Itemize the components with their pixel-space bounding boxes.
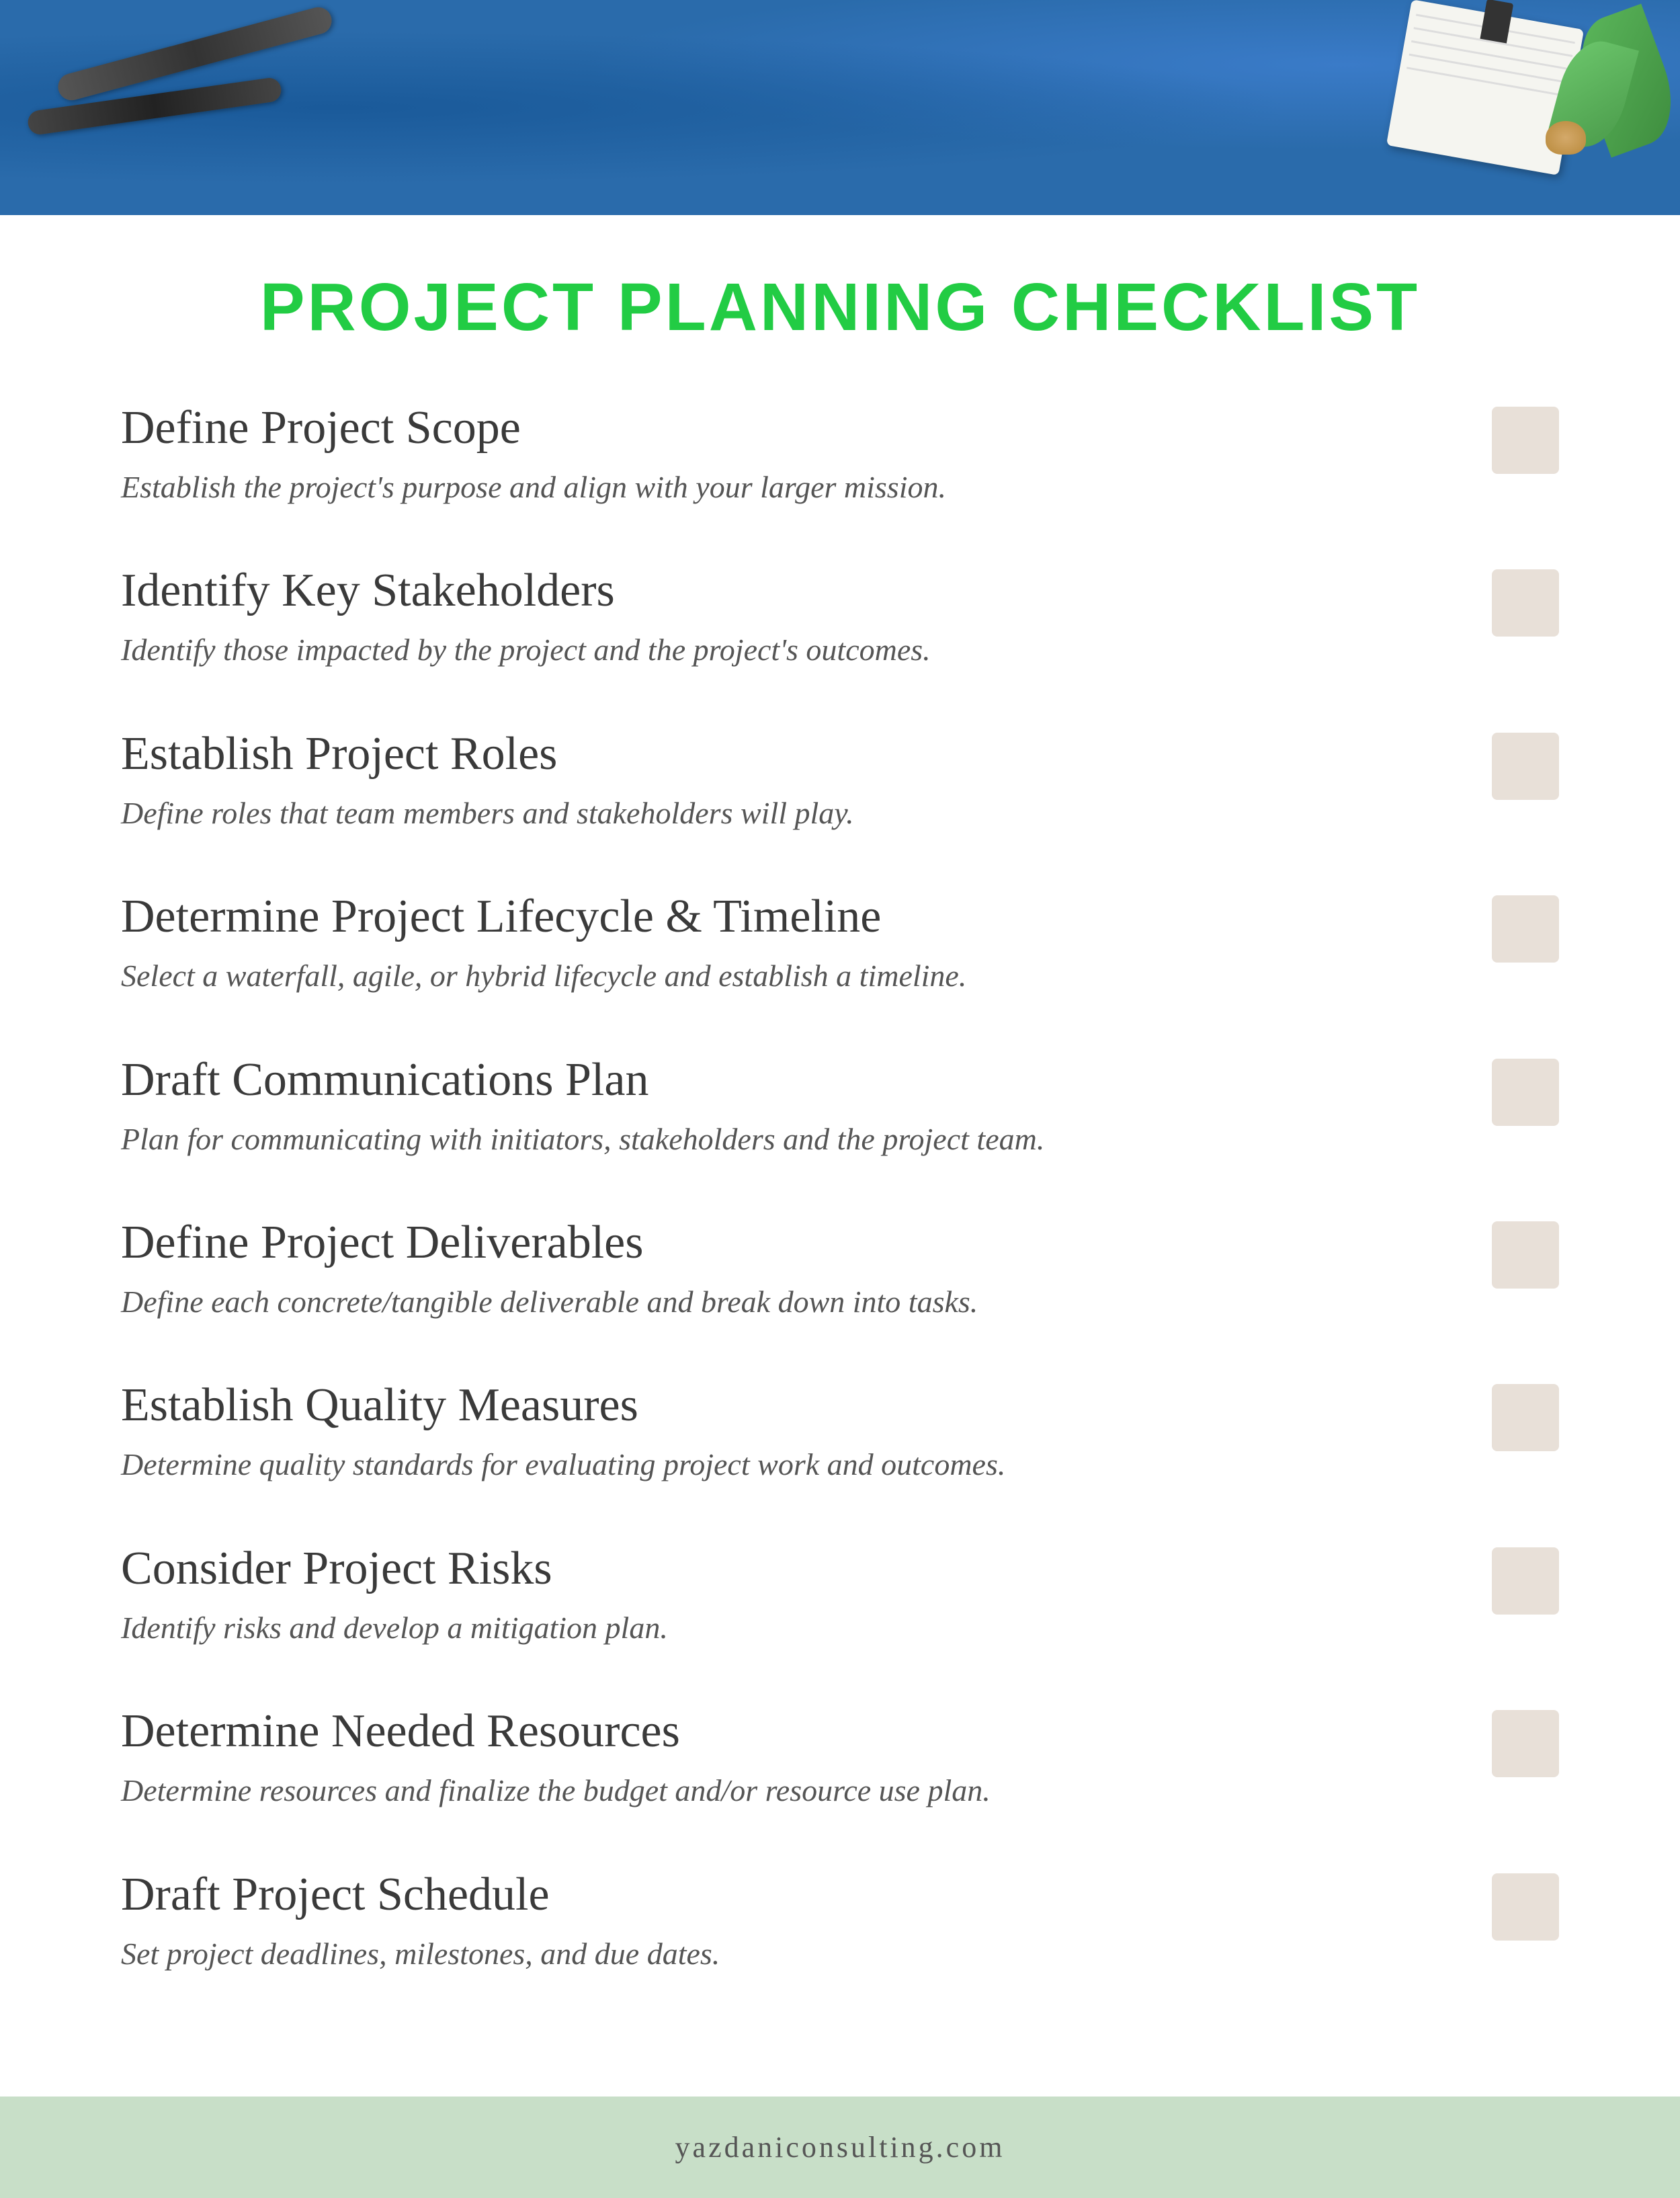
checklist-item-draft-communications: Draft Communications Plan Plan for commu… [121,1052,1559,1174]
checkbox-define-scope[interactable] [1492,407,1559,474]
item-title-determine-lifecycle: Determine Project Lifecycle & Timeline [121,889,1438,945]
item-text-draft-communications: Draft Communications Plan Plan for commu… [121,1052,1492,1161]
content-area: PROJECT PLANNING CHECKLIST Define Projec… [0,215,1680,2097]
item-description-consider-risks: Identify risks and develop a mitigation … [121,1606,1438,1650]
item-text-consider-risks: Consider Project Risks Identify risks an… [121,1541,1492,1650]
item-description-define-scope: Establish the project's purpose and alig… [121,466,1438,509]
checkbox-identify-stakeholders[interactable] [1492,569,1559,637]
header-image [0,0,1680,215]
item-description-determine-lifecycle: Select a waterfall, agile, or hybrid lif… [121,954,1438,998]
footer-website: yazdaniconsulting.com [675,2131,1005,2164]
item-text-draft-schedule: Draft Project Schedule Set project deadl… [121,1867,1492,1976]
checklist-item-consider-risks: Consider Project Risks Identify risks an… [121,1541,1559,1663]
item-title-identify-stakeholders: Identify Key Stakeholders [121,563,1438,619]
item-description-draft-communications: Plan for communicating with initiators, … [121,1118,1438,1161]
item-description-establish-roles: Define roles that team members and stake… [121,792,1438,835]
item-text-determine-lifecycle: Determine Project Lifecycle & Timeline S… [121,889,1492,998]
page-title: PROJECT PLANNING CHECKLIST [121,269,1559,346]
checkbox-establish-roles[interactable] [1492,733,1559,800]
item-text-define-scope: Define Project Scope Establish the proje… [121,400,1492,509]
checklist-item-determine-lifecycle: Determine Project Lifecycle & Timeline S… [121,889,1559,1011]
item-title-consider-risks: Consider Project Risks [121,1541,1438,1597]
checkbox-define-deliverables[interactable] [1492,1221,1559,1289]
item-description-determine-resources: Determine resources and finalize the bud… [121,1769,1438,1812]
item-title-establish-quality: Establish Quality Measures [121,1377,1438,1434]
checklist-item-establish-quality: Establish Quality Measures Determine qua… [121,1377,1559,1500]
checkbox-determine-resources[interactable] [1492,1710,1559,1777]
item-text-define-deliverables: Define Project Deliverables Define each … [121,1215,1492,1324]
item-text-establish-quality: Establish Quality Measures Determine qua… [121,1377,1492,1486]
checkbox-determine-lifecycle[interactable] [1492,895,1559,963]
checklist-item-determine-resources: Determine Needed Resources Determine res… [121,1703,1559,1826]
checkbox-consider-risks[interactable] [1492,1547,1559,1615]
item-description-define-deliverables: Define each concrete/tangible deliverabl… [121,1280,1438,1324]
footer: yazdaniconsulting.com [0,2097,1680,2198]
item-title-draft-communications: Draft Communications Plan [121,1052,1438,1108]
plant-decoration [1546,0,1680,188]
item-title-define-deliverables: Define Project Deliverables [121,1215,1438,1271]
item-description-identify-stakeholders: Identify those impacted by the project a… [121,628,1438,671]
item-title-determine-resources: Determine Needed Resources [121,1703,1438,1760]
item-title-draft-schedule: Draft Project Schedule [121,1867,1438,1923]
checkbox-draft-schedule[interactable] [1492,1873,1559,1941]
checklist-item-define-scope: Define Project Scope Establish the proje… [121,400,1559,522]
checklist-container: Define Project Scope Establish the proje… [121,400,1559,1989]
item-text-determine-resources: Determine Needed Resources Determine res… [121,1703,1492,1812]
checklist-item-define-deliverables: Define Project Deliverables Define each … [121,1215,1559,1337]
item-title-establish-roles: Establish Project Roles [121,726,1438,782]
checklist-item-draft-schedule: Draft Project Schedule Set project deadl… [121,1867,1559,1989]
notebook-clip [1480,0,1513,44]
item-description-draft-schedule: Set project deadlines, milestones, and d… [121,1932,1438,1976]
checkbox-establish-quality[interactable] [1492,1384,1559,1451]
checkbox-draft-communications[interactable] [1492,1059,1559,1126]
item-text-identify-stakeholders: Identify Key Stakeholders Identify those… [121,563,1492,671]
checklist-item-identify-stakeholders: Identify Key Stakeholders Identify those… [121,563,1559,685]
shell-decoration [1546,121,1586,155]
item-text-establish-roles: Establish Project Roles Define roles tha… [121,726,1492,835]
item-title-define-scope: Define Project Scope [121,400,1438,456]
checklist-item-establish-roles: Establish Project Roles Define roles tha… [121,726,1559,848]
item-description-establish-quality: Determine quality standards for evaluati… [121,1443,1438,1486]
